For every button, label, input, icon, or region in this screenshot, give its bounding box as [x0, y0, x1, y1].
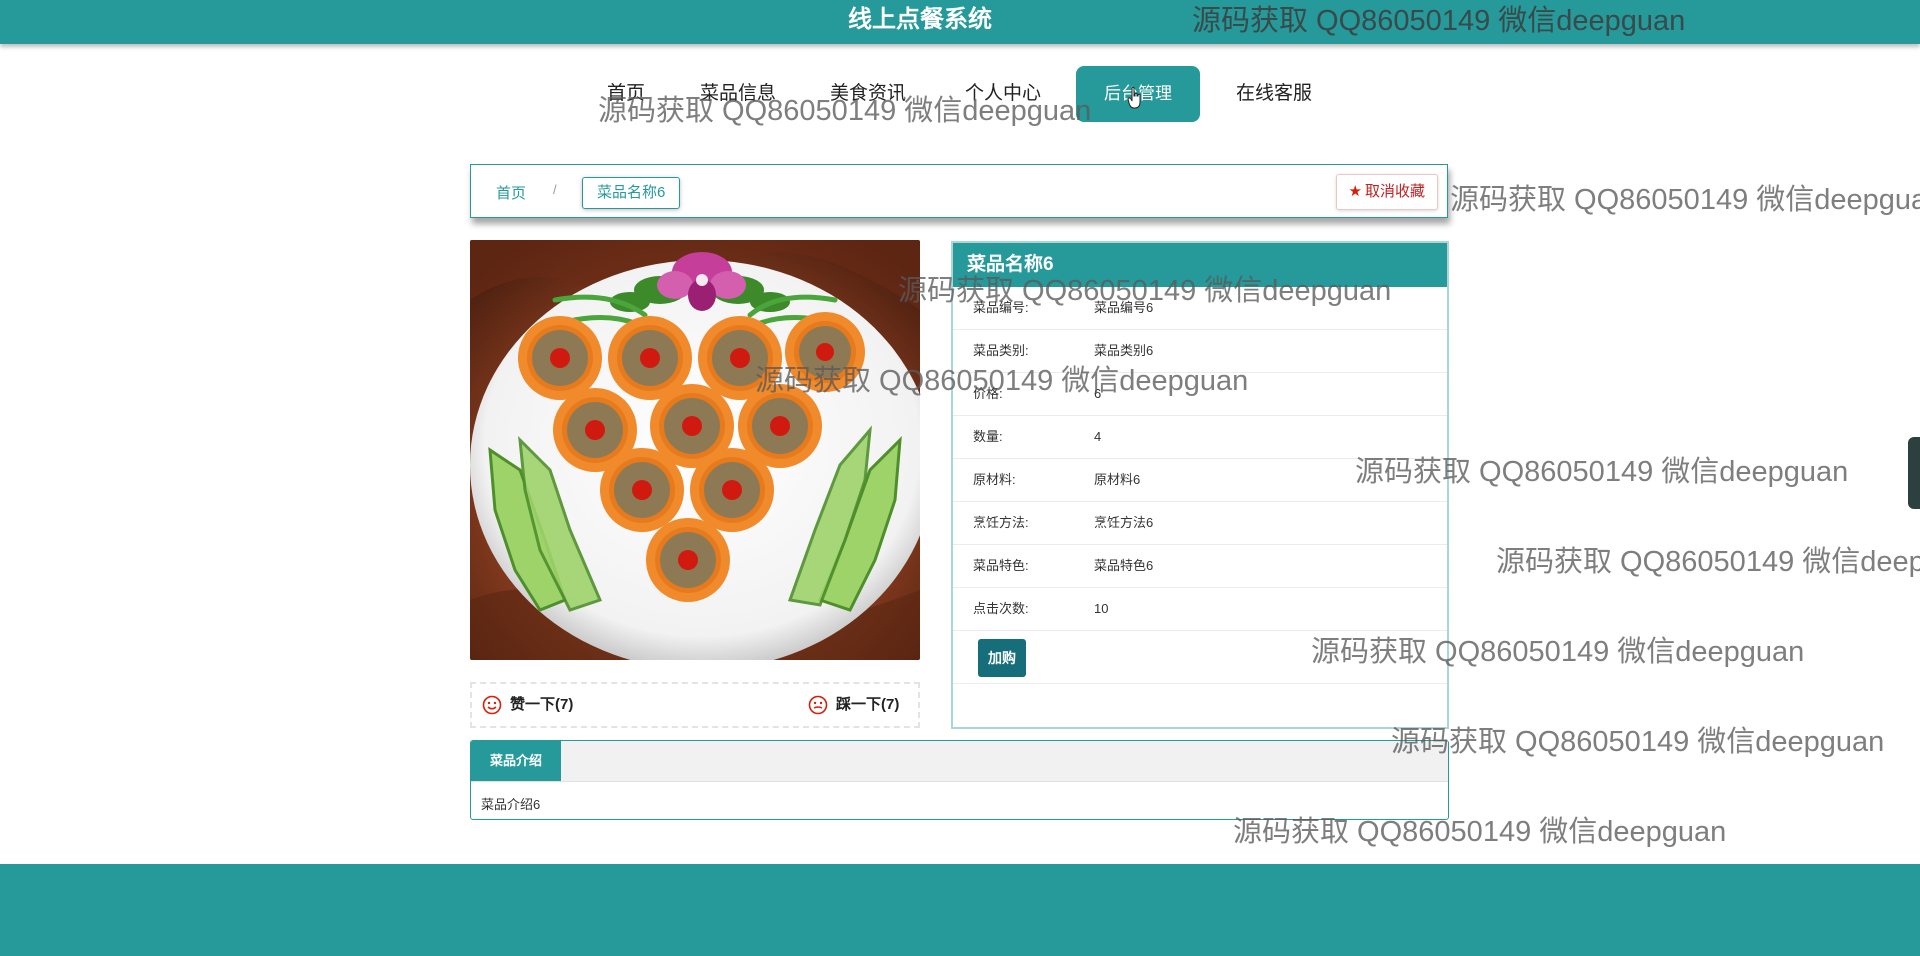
- info-label: 原材料:: [973, 472, 1016, 487]
- dislike-button[interactable]: 踩一下(7): [808, 684, 899, 726]
- info-label: 菜品编号:: [973, 300, 1029, 315]
- star-icon: ★: [1348, 183, 1362, 200]
- info-value: 原材料6: [1094, 472, 1141, 487]
- tab-dish-intro[interactable]: 菜品介绍: [471, 741, 562, 781]
- page-footer: [0, 864, 1920, 956]
- site-title: 线上点餐系统: [848, 6, 992, 33]
- nav-item-home[interactable]: 首页: [596, 66, 656, 122]
- info-row: 菜品特色: 菜品特色6: [953, 545, 1447, 588]
- dish-info-panel: 菜品名称6 菜品编号: 菜品编号6 菜品类别: 菜品类别6 价格: 6 数量: …: [951, 241, 1449, 729]
- info-value: 10: [1094, 601, 1109, 616]
- vote-bar: 赞一下(7) 踩一下(7): [470, 682, 920, 728]
- info-row: 价格: 6: [953, 373, 1447, 416]
- nav-item-food-news[interactable]: 美食资讯: [822, 66, 914, 122]
- info-label: 菜品类别:: [973, 343, 1029, 358]
- dish-photo: [470, 240, 920, 660]
- side-scroll-handle[interactable]: [1908, 437, 1920, 509]
- breadcrumb-separator: /: [553, 182, 557, 197]
- info-row: 原材料: 原材料6: [953, 459, 1447, 502]
- intro-tab-bar: 菜品介绍: [471, 741, 1448, 782]
- frown-icon: [808, 695, 828, 715]
- mouse-cursor-icon: [1127, 86, 1141, 109]
- info-label: 数量:: [973, 429, 1003, 444]
- intro-content: 菜品介绍6: [481, 797, 541, 812]
- info-label: 点击次数:: [973, 601, 1029, 616]
- info-value: 6: [1094, 386, 1102, 401]
- unfavorite-button[interactable]: ★ 取消收藏: [1335, 174, 1438, 210]
- info-row: 菜品类别: 菜品类别6: [953, 330, 1447, 373]
- info-value: 菜品编号6: [1094, 300, 1154, 315]
- watermark-text: 源码获取 QQ86050149 微信deepguan: [1233, 816, 1727, 848]
- dislike-label: 踩一下(7): [836, 696, 900, 713]
- info-value: 菜品特色6: [1094, 558, 1154, 573]
- smile-icon: [482, 695, 502, 715]
- info-value: 烹饪方法6: [1094, 515, 1154, 530]
- like-button[interactable]: 赞一下(7): [482, 684, 573, 726]
- watermark-text: 源码获取 QQ86050149 微信deepguan: [1450, 184, 1920, 216]
- top-header: 线上点餐系统: [0, 0, 1920, 44]
- like-label: 赞一下(7): [510, 696, 574, 713]
- info-row: 烹饪方法: 烹饪方法6: [953, 502, 1447, 545]
- watermark-text: 源码获取 QQ86050149 微信deepguan: [1496, 546, 1920, 578]
- dish-name-heading: 菜品名称6: [953, 243, 1447, 287]
- add-to-cart-button[interactable]: 加购: [978, 639, 1026, 677]
- nav-item-profile[interactable]: 个人中心: [955, 66, 1051, 122]
- breadcrumb: 首页 / 菜品名称6 ★ 取消收藏: [470, 164, 1448, 218]
- buy-row: 加购: [953, 631, 1447, 684]
- info-row: 数量: 4: [953, 416, 1447, 459]
- info-label: 价格:: [973, 386, 1003, 401]
- info-value: 菜品类别6: [1094, 343, 1154, 358]
- info-row: 点击次数: 10: [953, 588, 1447, 631]
- breadcrumb-current[interactable]: 菜品名称6: [582, 177, 681, 209]
- dish-intro-section: 菜品介绍 菜品介绍6: [470, 740, 1449, 820]
- nav-item-dishes[interactable]: 菜品信息: [693, 66, 783, 122]
- info-row: 菜品编号: 菜品编号6: [953, 287, 1447, 330]
- info-label: 菜品特色:: [973, 558, 1029, 573]
- unfavorite-label: 取消收藏: [1364, 183, 1425, 200]
- main-nav: 首页 菜品信息 美食资讯 个人中心 后台管理 在线客服: [0, 66, 1920, 122]
- info-value: 4: [1094, 429, 1102, 444]
- nav-item-online-service[interactable]: 在线客服: [1225, 66, 1323, 122]
- info-label: 烹饪方法:: [973, 515, 1029, 530]
- breadcrumb-home-link[interactable]: 首页: [496, 182, 526, 203]
- watermark-text: 源码获取 QQ86050149 微信deepguan: [1391, 726, 1885, 758]
